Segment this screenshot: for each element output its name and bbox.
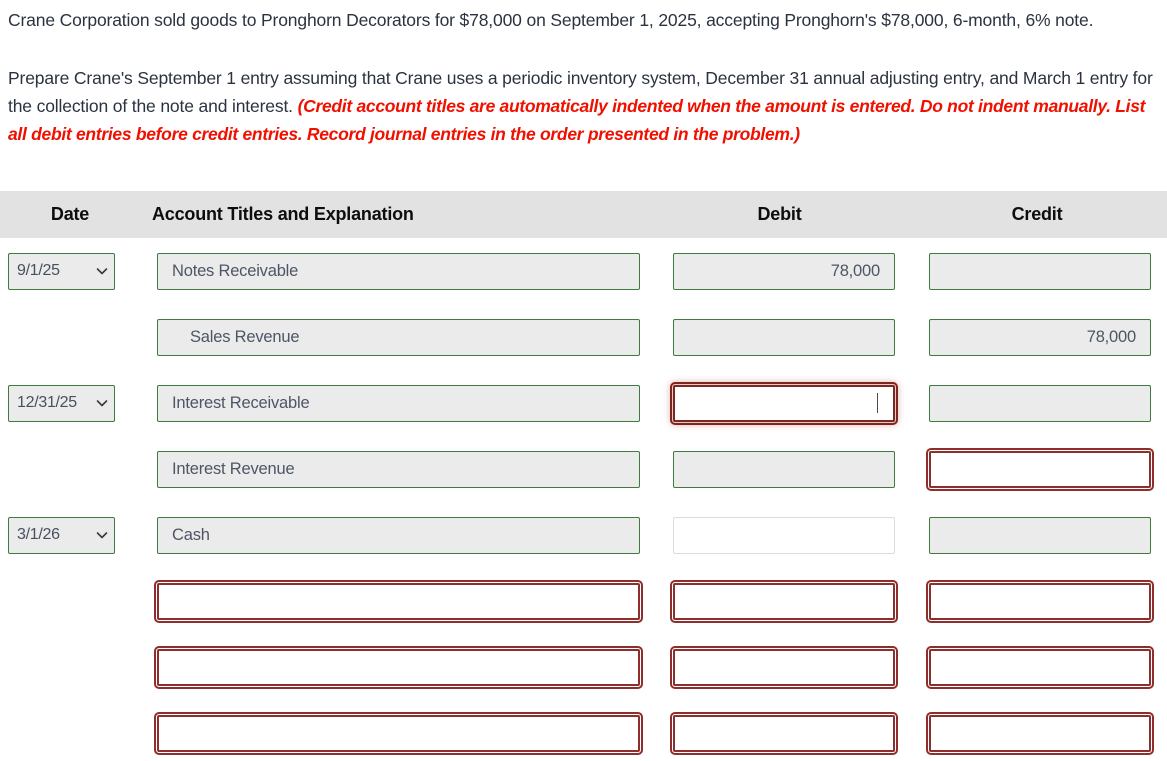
chevron-down-icon [96,265,108,277]
credit-cell [911,384,1167,422]
date-select-value: 12/31/25 [17,394,77,411]
debit-cell [656,711,911,755]
account-cell [140,645,656,689]
debit-cell [656,381,911,425]
credit-amount-input-row-7[interactable] [926,645,1154,689]
table-row [0,700,1167,761]
credit-cell [911,447,1167,491]
credit-amount-input-row-4[interactable] [926,447,1154,491]
debit-amount-input-row-1[interactable]: 78,000 [673,252,895,290]
journal-entry-page: Crane Corporation sold goods to Pronghor… [0,0,1167,761]
date-cell: 3/1/26 [0,516,140,554]
chevron-down-icon [96,529,108,541]
account-title-input-row-1[interactable]: Notes Receivable [157,252,640,290]
text-caret [876,393,878,413]
problem-statement: Crane Corporation sold goods to Pronghor… [0,0,1167,148]
account-cell [140,579,656,623]
problem-paragraph-1: Crane Corporation sold goods to Pronghor… [8,10,1094,30]
debit-amount-input-row-4[interactable] [673,450,895,488]
credit-amount-input-row-6[interactable] [926,579,1154,623]
credit-cell [911,516,1167,554]
column-header-debit: Debit [757,204,802,224]
date-cell: 9/1/25 [0,252,140,290]
journal-entry-table: Date Account Titles and Explanation Debi… [0,191,1167,761]
table-header-row: Date Account Titles and Explanation Debi… [0,191,1167,238]
debit-amount-input-row-2[interactable] [673,318,895,356]
account-title-input-row-8[interactable] [154,711,643,755]
account-title-input-row-5[interactable]: Cash [157,516,640,554]
credit-cell [911,579,1167,623]
credit-amount-input-row-8[interactable] [926,711,1154,755]
date-select-row-1[interactable]: 9/1/25 [8,252,115,290]
table-row: Interest Revenue [0,436,1167,502]
column-header-date: Date [50,204,90,224]
debit-cell [656,318,911,356]
problem-paragraph-2: Prepare Crane's September 1 entry assumi… [8,64,1157,148]
date-select-row-5[interactable]: 3/1/26 [8,516,115,554]
account-title-input-row-7[interactable] [154,645,643,689]
debit-cell [656,645,911,689]
account-cell: Interest Receivable [140,384,656,422]
credit-cell [911,645,1167,689]
debit-amount-input-row-5[interactable] [673,516,895,554]
credit-cell [911,252,1167,290]
column-header-account: Account Titles and Explanation [152,204,414,224]
account-cell: Sales Revenue [140,318,656,356]
account-title-input-row-2[interactable]: Sales Revenue [157,318,640,356]
debit-cell [656,450,911,488]
debit-amount-input-row-3[interactable] [670,381,898,425]
credit-amount-input-row-3[interactable] [929,384,1151,422]
table-row: 9/1/25 Notes Receivable 78,000 [0,238,1167,304]
credit-amount-input-row-5[interactable] [929,516,1151,554]
table-row: 12/31/25 Interest Receivable [0,370,1167,436]
date-select-value: 9/1/25 [17,262,60,279]
debit-amount-input-row-8[interactable] [670,711,898,755]
debit-cell [656,516,911,554]
debit-cell [656,579,911,623]
credit-cell [911,711,1167,755]
table-body: 9/1/25 Notes Receivable 78,000 Sales Revenu… [0,238,1167,761]
account-title-input-row-6[interactable] [154,579,643,623]
credit-amount-input-row-1[interactable] [929,252,1151,290]
date-select-row-3[interactable]: 12/31/25 [8,384,115,422]
account-cell: Notes Receivable [140,252,656,290]
table-row: Sales Revenue 78,000 [0,304,1167,370]
account-title-input-row-3[interactable]: Interest Receivable [157,384,640,422]
debit-amount-input-row-7[interactable] [670,645,898,689]
table-row [0,634,1167,700]
account-cell [140,711,656,755]
account-title-input-row-4[interactable]: Interest Revenue [157,450,640,488]
credit-amount-input-row-2[interactable]: 78,000 [929,318,1151,356]
debit-amount-input-row-6[interactable] [670,579,898,623]
account-cell: Interest Revenue [140,450,656,488]
account-cell: Cash [140,516,656,554]
debit-cell: 78,000 [656,252,911,290]
table-row [0,568,1167,634]
chevron-down-icon [96,397,108,409]
date-select-value: 3/1/26 [17,526,60,543]
table-row: 3/1/26 Cash [0,502,1167,568]
column-header-credit: Credit [1011,204,1063,224]
date-cell: 12/31/25 [0,384,140,422]
credit-cell: 78,000 [911,318,1167,356]
